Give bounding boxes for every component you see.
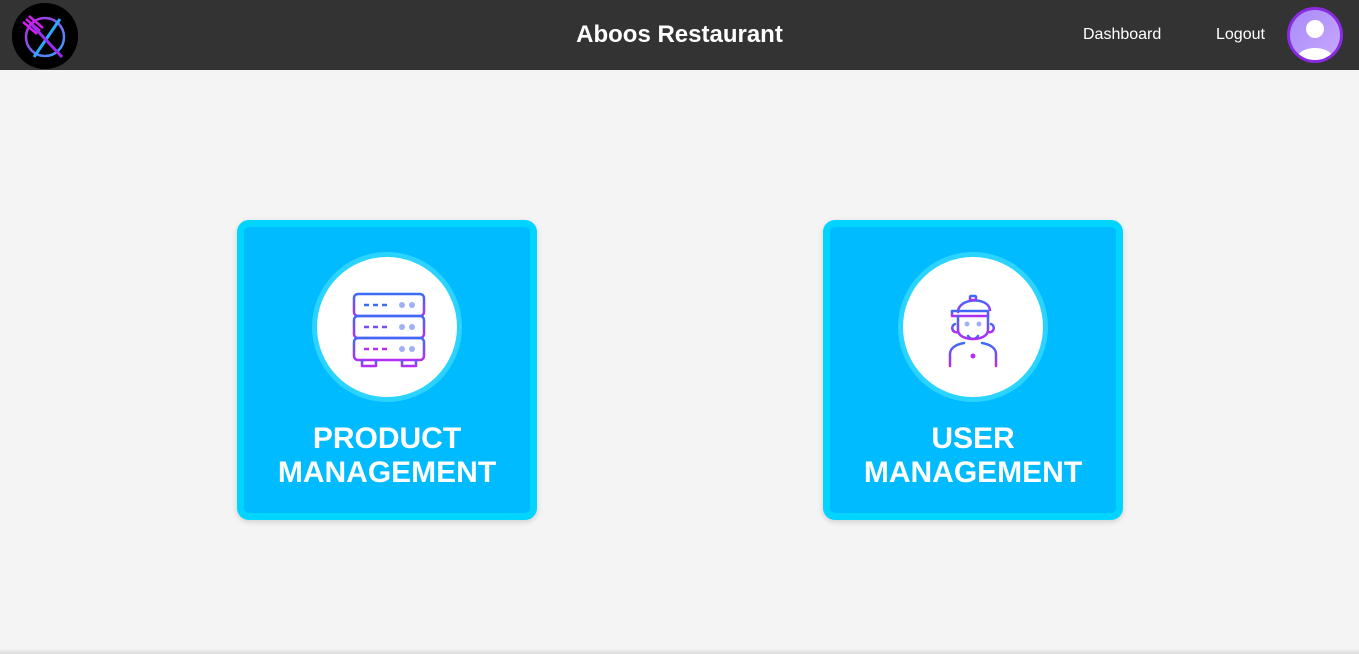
footer-divider bbox=[0, 648, 1359, 654]
person-cap-icon bbox=[948, 294, 998, 368]
user-management-label: USER MANAGEMENT bbox=[830, 422, 1116, 490]
product-management-label: PRODUCT MANAGEMENT bbox=[244, 422, 530, 490]
user-avatar-icon[interactable] bbox=[1287, 7, 1343, 63]
product-icon-circle bbox=[312, 252, 462, 402]
product-management-card[interactable]: PRODUCT MANAGEMENT bbox=[237, 220, 537, 520]
nav-dashboard-link[interactable]: Dashboard bbox=[1083, 0, 1161, 70]
top-navbar: Aboos Restaurant Dashboard Logout bbox=[0, 0, 1359, 70]
user-icon-circle bbox=[898, 252, 1048, 402]
server-stack-icon bbox=[352, 292, 426, 368]
user-card-title-line2: MANAGEMENT bbox=[863, 456, 1083, 489]
product-card-title-line2: MANAGEMENT bbox=[277, 456, 497, 489]
nav-logout-link[interactable]: Logout bbox=[1216, 0, 1265, 70]
page-title: Aboos Restaurant bbox=[576, 21, 783, 48]
user-card-title-line1: USER bbox=[931, 422, 1015, 455]
user-management-card[interactable]: USER MANAGEMENT bbox=[823, 220, 1123, 520]
restaurant-logo-icon[interactable] bbox=[12, 3, 78, 69]
product-card-title-line1: PRODUCT bbox=[312, 422, 462, 455]
